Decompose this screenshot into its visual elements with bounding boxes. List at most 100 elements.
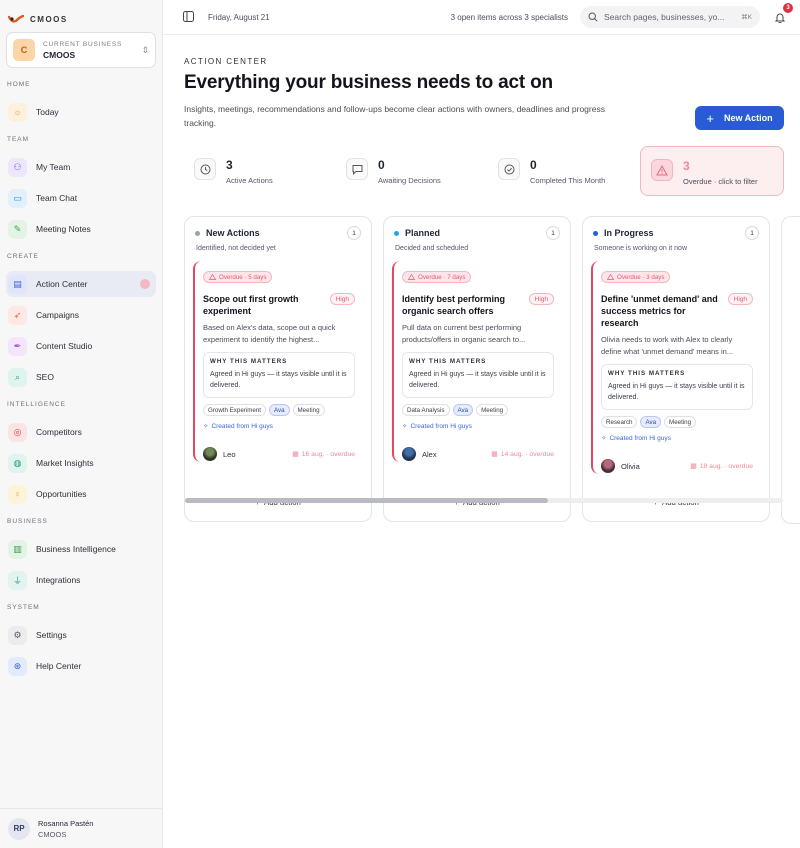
created-from-link[interactable]: ✧ Created from Hi guys (203, 422, 355, 431)
sidebar-item-seo[interactable]: ⌕ SEO (6, 364, 156, 390)
column-title: In Progress (604, 228, 654, 238)
sidebar-item-label: Action Center (36, 279, 88, 289)
action-card[interactable]: Overdue · 7 days Identify best performin… (392, 261, 562, 462)
tag[interactable]: Data Analysis (402, 404, 450, 416)
new-action-button[interactable]: + New Action (695, 106, 784, 130)
app-name: CMOOS (30, 15, 68, 24)
sidebar-item-action-center[interactable]: ▤ Action Center (6, 271, 156, 297)
sidebar-item-settings[interactable]: ⚙ Settings (6, 622, 156, 648)
sidebar-item-team-chat[interactable]: ▭ Team Chat (6, 185, 156, 211)
search-shortcut: ⌘K (741, 14, 752, 21)
tag[interactable]: Ava (452, 404, 474, 416)
tag[interactable]: Ava (268, 404, 290, 416)
stat-value: 0 (530, 158, 537, 172)
sidebar-item-market-insights[interactable]: ◍ Market Insights (6, 450, 156, 476)
sidebar-item-content-studio[interactable]: ✒ Content Studio (6, 333, 156, 359)
due-date: ▦ 18 aug. · overdue (690, 462, 753, 471)
sidebar-item-label: Integrations (36, 575, 81, 585)
warning-icon (408, 274, 415, 280)
why-this-matters: WHY THIS MATTERS Agreed in Hi guys — it … (203, 352, 355, 398)
sidebar-item-business-intelligence[interactable]: ▥ Business Intelligence (6, 536, 156, 562)
business-label: CURRENT BUSINESS (43, 40, 123, 48)
kanban-column-in-progress: In Progress 1 Someone is working on it n… (582, 216, 770, 522)
pen-icon: ✒ (8, 336, 27, 356)
assignee-avatar (203, 447, 217, 461)
stat-value: 3 (683, 159, 690, 173)
column-count: 1 (546, 226, 560, 240)
chevron-updown-icon: ⇕ (141, 44, 149, 55)
chat-icon: ▭ (8, 188, 27, 208)
why-text: Agreed in Hi guys — it stays visible unt… (608, 383, 745, 401)
tag-list: Research Ava Meeting (601, 416, 753, 428)
due-text: 14 aug. · overdue (500, 450, 554, 458)
sidebar-item-today[interactable]: ☼ Today (6, 99, 156, 125)
sidebar-item-my-team[interactable]: ⚇ My Team (6, 154, 156, 180)
globe-icon: ◍ (8, 453, 27, 473)
lifebuoy-icon: ⊛ (8, 656, 27, 676)
sidebar-item-help-center[interactable]: ⊛ Help Center (6, 653, 156, 679)
tag[interactable]: Meeting (664, 416, 697, 428)
tag[interactable]: Research (601, 416, 638, 428)
users-icon: ⚇ (8, 157, 27, 177)
sidebar-item-label: Help Center (36, 661, 82, 671)
page-description: Insights, meetings, recommendations and … (184, 104, 605, 128)
due-date: ▦ 14 aug. · overdue (491, 450, 554, 459)
scrollbar-thumb[interactable] (185, 498, 548, 503)
kanban-board: New Actions 1 Identified, not decided ye… (184, 216, 800, 524)
tag[interactable]: Meeting (476, 404, 509, 416)
created-text: Created from Hi guys (609, 434, 671, 442)
stat-card: 0 Completed This Month (488, 146, 640, 196)
plug-icon: ⏚ (8, 570, 27, 590)
calendar-icon: ▦ (690, 463, 697, 470)
why-this-matters: WHY THIS MATTERS Agreed in Hi guys — it … (402, 352, 554, 398)
board-scrollbar[interactable] (185, 498, 783, 503)
why-this-matters: WHY THIS MATTERS Agreed in Hi guys — it … (601, 364, 753, 410)
notifications-button[interactable]: 3 (772, 3, 793, 25)
sidebar-item-opportunities[interactable]: ♀ Opportunities (6, 481, 156, 507)
business-switcher[interactable]: C CURRENT BUSINESS CMOOS ⇕ (6, 32, 156, 68)
sidebar: CMOOS C CURRENT BUSINESS CMOOS ⇕ HOME ☼ To… (0, 0, 163, 848)
user-profile[interactable]: RP Rosanna Pastén CMOOS (0, 808, 162, 848)
sidebar-item-competitors[interactable]: ◎ Competitors (6, 419, 156, 445)
overdue-text: Overdue · 3 days (617, 273, 665, 281)
lightbulb-icon: ♀ (8, 484, 27, 504)
gear-icon: ⚙ (8, 625, 27, 645)
priority-badge: High (329, 293, 355, 305)
created-from-link[interactable]: ✧ Created from Hi guys (402, 422, 554, 431)
warning-icon (209, 274, 216, 280)
sidebar-item-label: Team Chat (36, 193, 78, 203)
column-subtitle: Identified, not decided yet (196, 245, 276, 252)
search-icon (588, 12, 598, 22)
sun-icon: ☼ (8, 102, 27, 122)
column-status-dot (394, 230, 399, 236)
sidebar-item-campaigns[interactable]: ➶ Campaigns (6, 302, 156, 328)
tag[interactable]: Meeting (292, 404, 325, 416)
sidebar-item-label: Competitors (36, 427, 82, 437)
calendar-icon: ▦ (491, 451, 498, 458)
tag[interactable]: Growth Experiment (203, 404, 266, 416)
sidebar-item-label: Settings (36, 630, 67, 640)
logo[interactable]: CMOOS (0, 0, 162, 28)
sidebar-item-meeting-notes[interactable]: ✎ Meeting Notes (6, 216, 156, 242)
card-description: Based on Alex's data, scope out a quick … (203, 323, 336, 344)
action-card[interactable]: Overdue · 3 days Define 'unmet demand' a… (591, 261, 761, 474)
sparkle-icon: ✧ (601, 435, 607, 442)
created-from-link[interactable]: ✧ Created from Hi guys (601, 434, 753, 443)
nav-section-label: CREATE (7, 253, 39, 260)
tag[interactable]: Ava (640, 416, 662, 428)
why-text: Agreed in Hi guys — it stays visible unt… (409, 371, 546, 389)
stat-card: 0 Awaiting Decisions (336, 146, 488, 196)
target-icon: ◎ (8, 422, 27, 442)
user-name: Rosanna Pastén (38, 818, 94, 828)
overdue-badge: Overdue · 7 days (402, 271, 472, 283)
stat-overdue-filter[interactable]: 3 Overdue · click to filter (640, 146, 784, 196)
sidebar-item-label: Campaigns (36, 310, 79, 320)
sidebar-item-label: SEO (36, 372, 54, 382)
search-input[interactable]: Search pages, businesses, yo... ⌘K (580, 6, 760, 28)
sidebar-toggle-icon[interactable] (183, 10, 194, 24)
action-card[interactable]: Overdue · 5 days Scope out first growth … (193, 261, 363, 462)
why-label: WHY THIS MATTERS (608, 370, 686, 377)
card-title: Scope out first growth experiment (203, 294, 299, 316)
sidebar-item-integrations[interactable]: ⏚ Integrations (6, 567, 156, 593)
sidebar-item-label: Meeting Notes (36, 224, 91, 234)
